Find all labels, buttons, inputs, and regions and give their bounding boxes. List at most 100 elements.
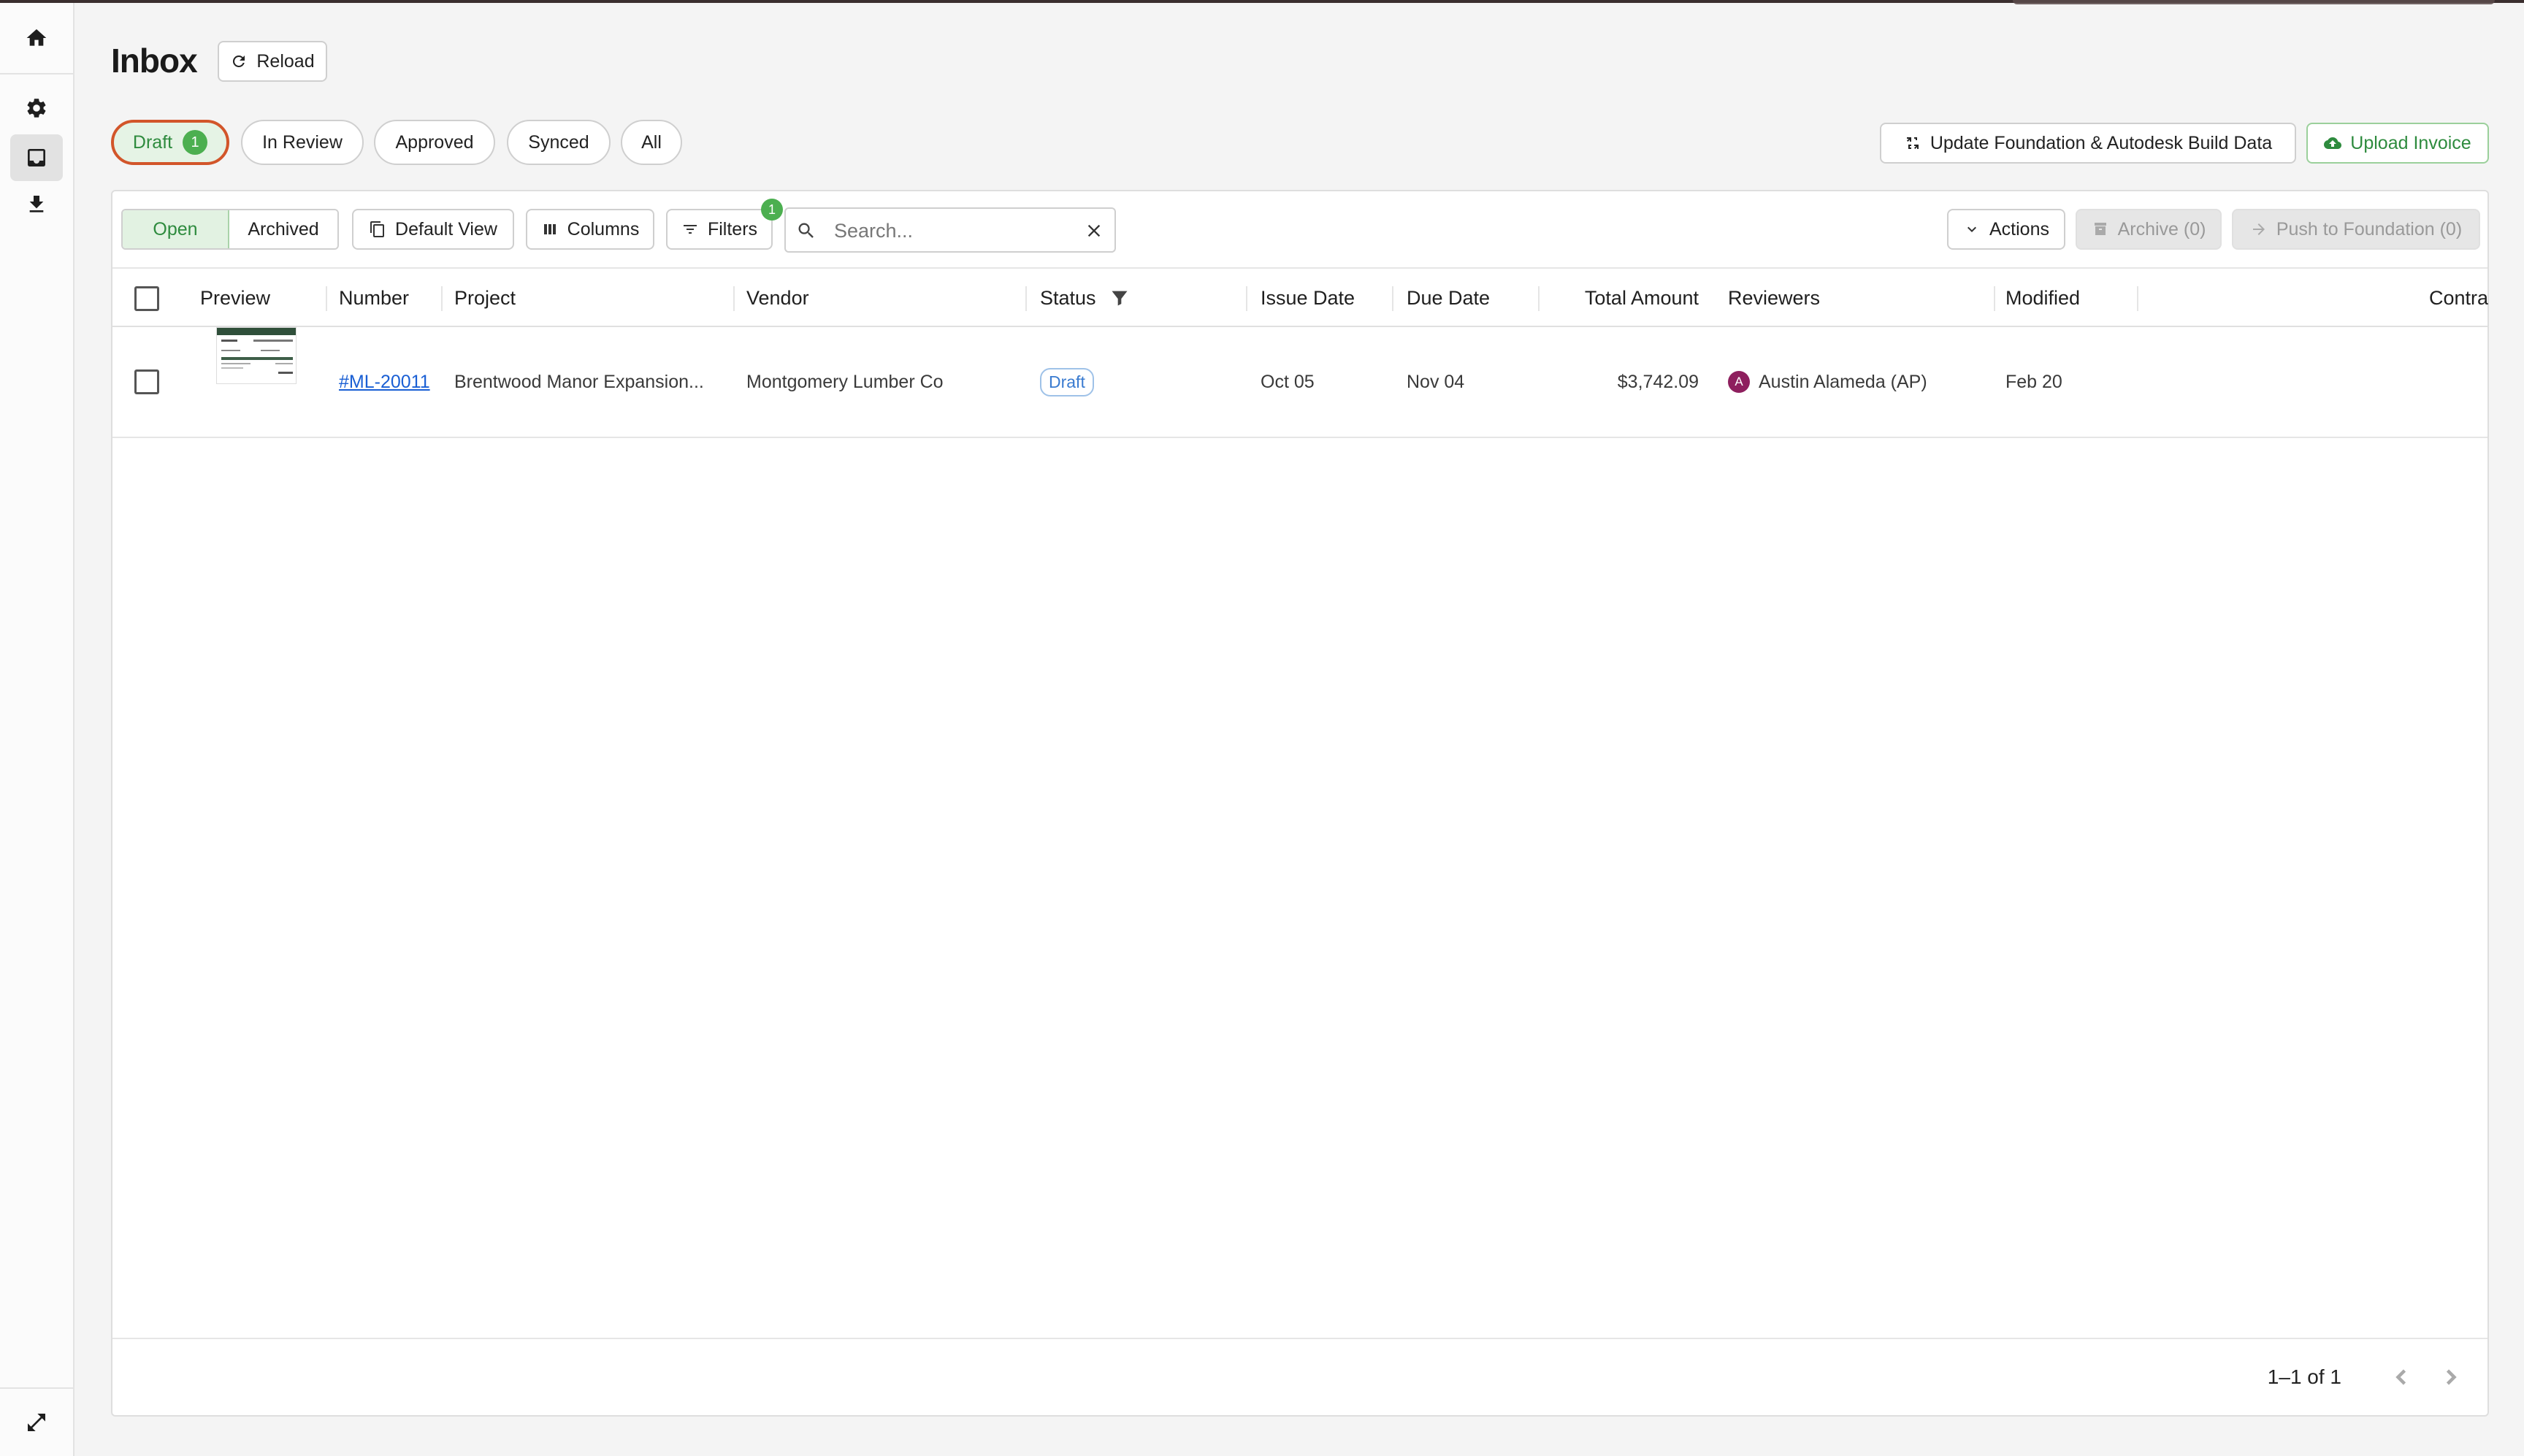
column-separator: [441, 286, 443, 311]
clear-search-icon[interactable]: [1084, 221, 1104, 241]
column-separator: [326, 286, 327, 311]
archive-label: Archive (0): [2117, 218, 2206, 240]
expand-button[interactable]: [10, 1399, 63, 1446]
upload-invoice-button[interactable]: Upload Invoice: [2306, 123, 2489, 164]
pagination-range: 1–1 of 1: [2267, 1365, 2341, 1388]
tab-all-label: All: [641, 131, 662, 153]
arrow-right-icon: [2252, 223, 2265, 235]
column-header-modified[interactable]: Modified: [2005, 269, 2080, 327]
project-cell: Brentwood Manor Expansion...: [454, 371, 704, 392]
archived-toggle[interactable]: Archived: [229, 210, 337, 248]
sidebar-item-downloads[interactable]: [10, 181, 63, 228]
table-header: Preview Number Project Vendor Status Iss…: [112, 267, 2488, 327]
column-header-due-date[interactable]: Due Date: [1407, 269, 1490, 327]
search-box: [784, 207, 1116, 253]
status-cell: Draft: [1040, 327, 1094, 437]
status-badge: Draft: [1040, 367, 1094, 396]
filters-count-badge: 1: [761, 199, 783, 221]
column-separator: [1246, 286, 1247, 311]
refresh-icon: [233, 55, 245, 67]
filter-funnel-icon[interactable]: [1109, 288, 1130, 308]
sidebar-item-home[interactable]: [10, 15, 63, 61]
invoice-preview-thumbnail[interactable]: [216, 327, 297, 384]
column-separator: [1025, 286, 1027, 311]
invoice-table-panel: Open Archived Default View Columns Filte…: [111, 190, 2489, 1417]
download-icon: [29, 196, 44, 212]
column-separator: [733, 286, 735, 311]
draft-count-badge: 1: [183, 130, 208, 155]
reviewer-name: Austin Alameda (AP): [1759, 371, 1927, 392]
open-archived-toggle: Open Archived: [121, 209, 339, 250]
push-to-foundation-button[interactable]: Push to Foundation (0): [2232, 209, 2480, 250]
tab-draft[interactable]: Draft 1: [111, 120, 229, 165]
chevron-left-icon: [2395, 1369, 2406, 1385]
page-title: Inbox: [111, 42, 198, 80]
sidebar-item-settings[interactable]: [10, 85, 63, 131]
chevron-right-icon: [2446, 1369, 2457, 1385]
open-toggle[interactable]: Open: [123, 210, 229, 248]
home-icon: [26, 29, 47, 46]
inbox-icon: [28, 149, 45, 166]
column-header-contract[interactable]: Contra: [2429, 269, 2488, 327]
columns-button[interactable]: Columns: [526, 209, 654, 250]
column-header-issue-date[interactable]: Issue Date: [1261, 269, 1355, 327]
chevron-down-icon: [1967, 226, 1976, 232]
actions-button[interactable]: Actions: [1947, 209, 2065, 250]
column-separator: [1392, 286, 1393, 311]
actions-label: Actions: [1989, 218, 2049, 240]
tab-approved-label: Approved: [395, 131, 474, 153]
update-foundation-label: Update Foundation & Autodesk Build Data: [1930, 132, 2273, 153]
invoice-number-link[interactable]: #ML-20011: [339, 327, 430, 437]
archive-icon: [2094, 223, 2106, 235]
sidebar-item-inbox[interactable]: [10, 134, 63, 181]
sidebar-divider: [0, 73, 73, 74]
column-separator: [1538, 286, 1540, 311]
status-header-label: Status: [1040, 286, 1096, 309]
expand-icon: [28, 1414, 45, 1431]
column-header-project[interactable]: Project: [454, 269, 516, 327]
tab-approved[interactable]: Approved: [374, 120, 495, 165]
archive-button[interactable]: Archive (0): [2076, 209, 2222, 250]
reload-button[interactable]: Reload: [218, 41, 327, 82]
column-header-vendor[interactable]: Vendor: [746, 269, 809, 327]
column-header-reviewers[interactable]: Reviewers: [1728, 269, 1820, 327]
default-view-label: Default View: [395, 218, 497, 240]
issue-date-cell: Oct 05: [1261, 371, 1315, 392]
column-separator: [2137, 286, 2138, 311]
sync-data-icon: [1906, 137, 1919, 149]
search-icon: [798, 223, 814, 238]
cloud-upload-icon: [2324, 137, 2342, 149]
sidebar: [0, 3, 74, 1456]
column-header-status[interactable]: Status: [1040, 269, 1130, 327]
filters-button[interactable]: Filters: [666, 209, 773, 250]
next-page-button[interactable]: [2438, 1364, 2464, 1390]
total-amount-cell: $3,742.09: [1617, 371, 1699, 392]
tab-in-review-label: In Review: [262, 131, 343, 153]
invoice-number[interactable]: #ML-20011: [339, 372, 430, 393]
column-header-total-amount[interactable]: Total Amount: [1553, 269, 1699, 327]
table-row[interactable]: #ML-20011 Brentwood Manor Expansion... M…: [112, 327, 2487, 438]
avatar: A: [1728, 371, 1750, 393]
row-checkbox[interactable]: [134, 369, 159, 394]
tab-synced-label: Synced: [528, 131, 589, 153]
tab-synced[interactable]: Synced: [507, 120, 611, 165]
default-view-button[interactable]: Default View: [352, 209, 514, 250]
view-copy-icon: [370, 221, 385, 237]
upload-invoice-label: Upload Invoice: [2350, 132, 2471, 153]
search-input[interactable]: [834, 216, 1053, 245]
update-foundation-button[interactable]: Update Foundation & Autodesk Build Data: [1880, 123, 2296, 164]
previous-page-button[interactable]: [2388, 1364, 2414, 1390]
push-to-foundation-label: Push to Foundation (0): [2276, 218, 2463, 240]
sidebar-divider: [0, 1387, 73, 1389]
table-footer: 1–1 of 1: [112, 1338, 2487, 1415]
column-header-number[interactable]: Number: [339, 269, 409, 327]
columns-icon: [543, 224, 556, 234]
filters-label: Filters: [707, 218, 758, 240]
column-header-preview[interactable]: Preview: [200, 269, 270, 327]
vendor-cell: Montgomery Lumber Co: [746, 371, 944, 392]
tab-in-review[interactable]: In Review: [241, 120, 364, 165]
tab-all[interactable]: All: [621, 120, 682, 165]
select-all-checkbox[interactable]: [134, 286, 159, 311]
filter-lines-icon: [683, 225, 697, 234]
table-toolbar: Open Archived Default View Columns Filte…: [112, 191, 2487, 267]
